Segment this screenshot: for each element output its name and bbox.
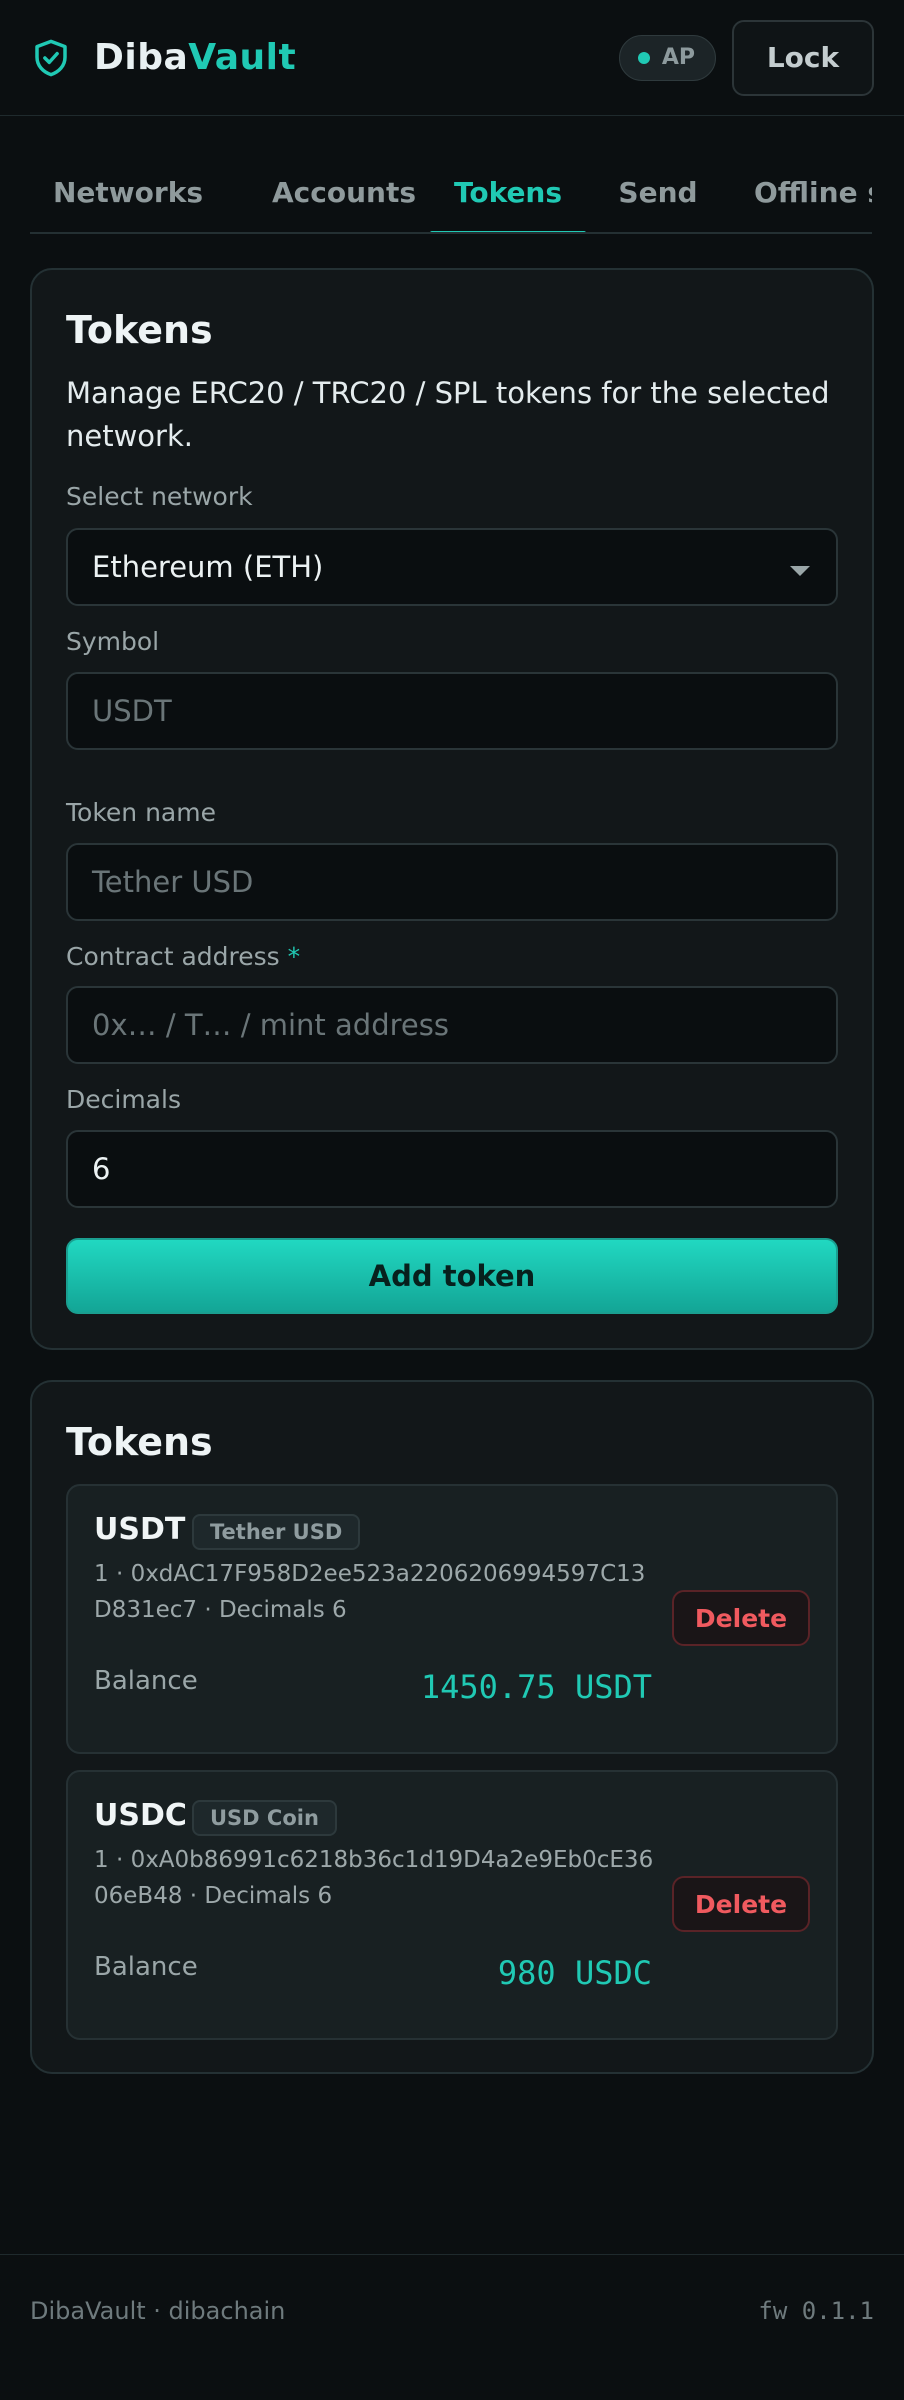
token-details: 1 · 0xdAC17F958D2ee523a2206206994597C13D… (94, 1561, 646, 1623)
balance-value: 980 USDC (497, 1954, 652, 1992)
token-symbol: USDC (94, 1798, 187, 1833)
app-header: DibaVault AP Lock (0, 0, 904, 116)
list-item: USDC USD Coin 1 · 0xA0b86991c6218b36c1d1… (66, 1770, 838, 2040)
delete-button[interactable]: Delete (672, 1590, 810, 1646)
decimals-label: Decimals (66, 1085, 181, 1114)
list-item: USDT Tether USD 1 · 0xdAC17F958D2ee523a2… (66, 1484, 838, 1754)
tab-accounts[interactable]: Accounts (244, 150, 444, 232)
decimals-input[interactable]: 6 (66, 1130, 838, 1208)
token-name-label: Token name (66, 798, 216, 827)
header-actions: AP Lock (618, 19, 874, 96)
status-badge-label: AP (661, 45, 695, 70)
balance-label: Balance (94, 1952, 198, 1982)
contract-label: Contract address * (66, 942, 300, 971)
app-title: DibaVault (94, 37, 296, 78)
token-name-badge: Tether USD (192, 1514, 361, 1550)
token-list-card: Tokens USDT Tether USD 1 · 0xdAC17F958D2… (30, 1380, 874, 2074)
tab-offline[interactable]: Offline s (730, 150, 872, 232)
brand: DibaVault (30, 37, 296, 79)
balance-label: Balance (94, 1666, 198, 1696)
contract-label-text: Contract address (66, 942, 280, 971)
required-marker: * (287, 942, 301, 971)
form-description: Manage ERC20 / TRC20 / SPL tokens for th… (66, 376, 830, 453)
tab-send[interactable]: Send (590, 150, 726, 232)
token-symbol: USDT (94, 1512, 186, 1547)
tab-tokens[interactable]: Tokens (430, 150, 586, 232)
token-name-input[interactable]: Tether USD (66, 843, 838, 921)
chevron-down-icon (790, 566, 810, 576)
form-title: Tokens (66, 308, 213, 352)
app-footer: DibaVault · dibachain fw 0.1.1 (0, 2254, 904, 2400)
status-badge[interactable]: AP (618, 34, 716, 81)
delete-button[interactable]: Delete (672, 1876, 810, 1932)
network-select[interactable]: Ethereum (ETH) (66, 528, 838, 606)
balance-value: 1450.75 USDT (420, 1668, 652, 1706)
footer-brand: DibaVault · dibachain (30, 2297, 286, 2325)
brand-part1: Diba (94, 37, 189, 78)
contract-address-input[interactable]: 0x… / T… / mint address (66, 986, 838, 1064)
symbol-label: Symbol (66, 627, 160, 656)
add-token-button[interactable]: Add token (66, 1238, 838, 1314)
add-token-card: Tokens Manage ERC20 / TRC20 / SPL tokens… (30, 268, 874, 1350)
shield-check-icon (35, 39, 67, 76)
network-label: Select network (66, 482, 253, 511)
brand-part2: Vault (188, 37, 297, 78)
token-details: 1 · 0xA0b86991c6218b36c1d19D4a2e9Eb0cE36… (94, 1847, 654, 1909)
list-title: Tokens (66, 1420, 213, 1464)
tab-networks[interactable]: Networks (30, 150, 226, 232)
network-select-value: Ethereum (ETH) (92, 550, 324, 584)
token-name-badge: USD Coin (192, 1800, 337, 1836)
symbol-input[interactable]: USDT (66, 672, 838, 750)
tab-bar: Networks Accounts Tokens Send Offline s (30, 150, 872, 234)
status-dot-icon (637, 51, 650, 64)
lock-button[interactable]: Lock (732, 19, 874, 96)
firmware-version: fw 0.1.1 (758, 2297, 874, 2325)
